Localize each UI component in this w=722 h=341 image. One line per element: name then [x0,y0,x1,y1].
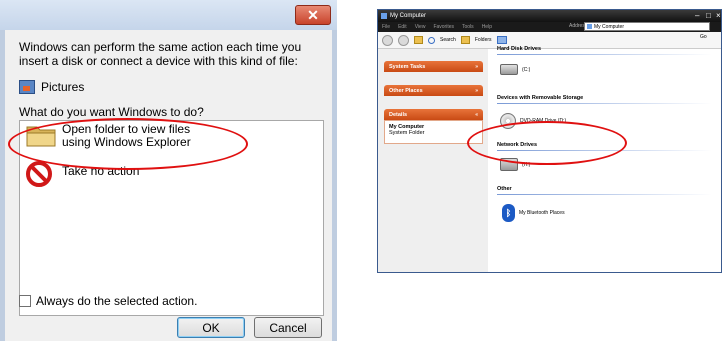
close-window-icon[interactable]: × [716,11,721,20]
details-subtitle: System Folder [389,130,425,136]
folders-icon [460,36,470,44]
menu-tools[interactable]: Tools [462,24,474,30]
dialog-description: Windows can perform the same action each… [19,40,302,68]
back-button[interactable] [382,34,393,46]
go-button[interactable]: Go [700,34,707,40]
menu-bar: File Edit View Favorites Tools Help Addr… [378,22,721,32]
address-bar[interactable]: My Computer [584,22,710,31]
always-do-row[interactable]: Always do the selected action. [19,294,197,308]
views-icon[interactable] [496,36,507,44]
search-button[interactable]: Search [440,37,456,43]
chevron-down-icon: » [475,63,478,70]
address-computer-icon [587,24,592,29]
maximize-icon[interactable]: □ [706,11,711,20]
address-value: My Computer [594,23,625,30]
forward-button[interactable] [398,34,409,46]
close-button[interactable]: ✕ [295,5,331,25]
chevron-up-icon: « [475,111,478,118]
task-pane: System Tasks » Other Places » Details « … [378,49,488,272]
close-icon: ✕ [307,6,319,23]
other-places-label: Other Places [389,87,423,94]
dialog-body: Windows can perform the same action each… [19,40,323,119]
bluetooth-icon: ᛒ [502,204,515,222]
other-places-header[interactable]: Other Places » [384,85,483,96]
dialog-titlebar[interactable]: ✕ [0,0,337,30]
hard-disk-icon [500,64,518,75]
group-hard-disk: Hard Disk Drives [497,46,542,52]
toolbar: Search Folders Go [378,32,721,49]
always-checkbox[interactable] [19,295,31,307]
details-label: Details [389,111,408,118]
up-folder-icon[interactable] [414,36,423,44]
window-titlebar[interactable]: My Computer – □ × [378,10,721,22]
bluetooth-places[interactable]: ᛒ My Bluetooth Places [502,204,565,222]
system-tasks-header[interactable]: System Tasks » [384,61,483,72]
group-divider [497,194,712,195]
menu-view[interactable]: View [415,24,426,30]
minimize-icon[interactable]: – [695,11,699,20]
bluetooth-label: My Bluetooth Places [519,210,565,216]
chevron-down-icon: » [475,87,478,94]
group-divider [497,54,712,55]
always-label: Always do the selected action. [36,294,198,308]
no-entry-icon [26,161,52,187]
group-divider [497,103,712,104]
content-type-row: Pictures [19,77,323,97]
folders-button[interactable]: Folders [475,37,492,43]
highlight-oval-open-folder [8,118,248,170]
dialog-question: What do you want Windows to do? [19,105,204,119]
highlight-oval-dvd-drive [467,121,627,165]
search-icon [428,36,435,44]
pictures-icon [19,80,35,94]
window-title: My Computer [390,13,427,19]
details-header[interactable]: Details « [384,109,483,120]
computer-icon [381,13,387,19]
autoplay-dialog: ✕ Windows can perform the same action ea… [0,0,337,341]
cancel-button[interactable]: Cancel [254,317,322,338]
drive-c[interactable]: (C:) [500,64,530,75]
group-removable: Devices with Removable Storage [497,95,584,101]
content-type-label: Pictures [41,80,85,94]
menu-favorites[interactable]: Favorites [433,24,454,30]
menu-edit[interactable]: Edit [398,24,407,30]
ok-button[interactable]: OK [177,317,245,338]
group-other: Other [497,186,512,192]
drive-c-label: (C:) [522,66,531,73]
menu-file[interactable]: File [382,24,390,30]
system-tasks-label: System Tasks [389,63,426,70]
menu-help[interactable]: Help [482,24,492,30]
